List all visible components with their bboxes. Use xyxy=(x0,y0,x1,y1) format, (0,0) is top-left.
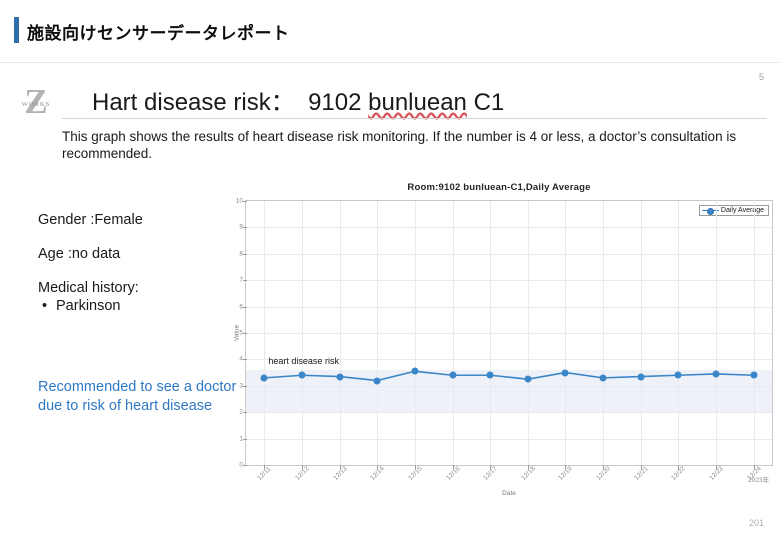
chart-x-tick-label: 12/11 xyxy=(256,465,273,482)
chart-year-note: 2023年 xyxy=(748,477,769,484)
page-title-room-name: bunluean xyxy=(368,89,467,116)
chart-data-point xyxy=(336,373,344,381)
slide-header: 施設向けセンサーデータレポート xyxy=(0,0,780,58)
chart-plot-area: Value Date Daily Average 0 1 2 3 4 5 6 7 8 9 10 12/… xyxy=(234,198,773,497)
chart-x-tick-label: 12/15 xyxy=(407,465,424,482)
chart-data-point xyxy=(373,377,381,385)
chart-y-tick-label: 9 xyxy=(239,223,243,231)
chart-y-tick-label: 6 xyxy=(239,303,243,311)
chart-x-axis-label: Date xyxy=(502,490,516,497)
bullet-icon: • xyxy=(42,298,48,314)
chart-x-tick-label: 12/17 xyxy=(482,465,499,482)
description-text: This graph shows the results of heart di… xyxy=(62,129,737,161)
title-divider xyxy=(62,118,767,119)
header-divider xyxy=(0,62,780,63)
chart-series-svg xyxy=(264,370,754,382)
chart-data-point xyxy=(637,373,645,381)
chart-data-point xyxy=(599,374,607,382)
patient-info-panel: Gender :Female Age :no data Medical hist… xyxy=(38,212,228,314)
chart-y-tick-label: 0 xyxy=(239,461,243,469)
header-title: 施設向けセンサーデータレポート xyxy=(27,24,290,43)
chart-y-tick-label: 10 xyxy=(235,197,243,205)
chart-x-tick-label: 12/16 xyxy=(444,465,462,482)
page-title: Hart disease risk： 9102 bunluean C1 xyxy=(92,82,504,117)
chart-x-tick-label: 12/12 xyxy=(294,465,311,482)
chart-x-tick-label: 12/20 xyxy=(595,465,612,482)
chart-data-point xyxy=(674,371,682,379)
chart-data-point xyxy=(449,371,457,379)
chart-y-tick-label: 7 xyxy=(239,276,243,284)
chart-data-point xyxy=(561,369,569,377)
recommendation-text: Recommended to see a doctor due to risk … xyxy=(38,379,237,414)
patient-gender: Gender :Female xyxy=(38,212,143,228)
chart-x-tick-label: 12/21 xyxy=(632,465,650,482)
chart-y-tick-mark xyxy=(243,465,247,466)
footer-page-number: 201 xyxy=(748,518,764,528)
chart-data-point xyxy=(712,370,720,378)
chart-x-tick-label: 12/14 xyxy=(369,465,386,482)
chart-title: Room:9102 bunluean-C1,Daily Average xyxy=(407,182,591,193)
chart-data-point xyxy=(524,375,532,383)
chart-data-point xyxy=(750,371,758,379)
chart-y-tick-label: 5 xyxy=(239,329,243,337)
logo-wordmark: WORKS xyxy=(21,101,51,108)
chart-x-tick-label: 12/23 xyxy=(708,465,725,482)
page-title-room-suffix: C1 xyxy=(473,89,505,116)
chart-data-point xyxy=(411,367,419,375)
slide-number: 5 xyxy=(758,72,764,82)
slide-canvas: 施設向けセンサーデータレポート Z WORKS Hart disease ris… xyxy=(0,0,780,540)
chart-y-tick-label: 1 xyxy=(239,435,243,443)
chart-y-tick-label: 8 xyxy=(239,250,243,258)
chart-y-tick-label: 3 xyxy=(239,382,243,390)
daily-average-chart: Room:9102 bunluean-C1,Daily Average Valu… xyxy=(225,182,773,497)
list-item: • Parkinson xyxy=(42,298,228,314)
chart-x-tick-label: 12/13 xyxy=(331,465,349,482)
chart-y-tick-label: 2 xyxy=(239,408,243,416)
chart-data-point xyxy=(298,371,306,379)
chart-data-point xyxy=(486,371,494,379)
chart-x-tick-label: 12/18 xyxy=(520,465,537,482)
chart-data-point xyxy=(260,374,268,382)
patient-age: Age :no data xyxy=(38,246,121,262)
zworks-logo: Z WORKS xyxy=(14,84,58,120)
chart-annotation: heart disease risk xyxy=(268,356,339,367)
header-accent-bar xyxy=(14,17,19,43)
page-title-prefix: Hart disease risk： xyxy=(92,89,295,116)
chart-x-tick-label: 12/19 xyxy=(557,465,575,482)
medical-history-label: Medical history: xyxy=(38,280,139,296)
chart-x-tick-label: 12/22 xyxy=(670,465,688,482)
page-title-room-number: 9102 xyxy=(308,89,362,116)
chart-y-tick-label: 4 xyxy=(239,355,243,363)
medical-history-item: Parkinson xyxy=(56,298,121,314)
